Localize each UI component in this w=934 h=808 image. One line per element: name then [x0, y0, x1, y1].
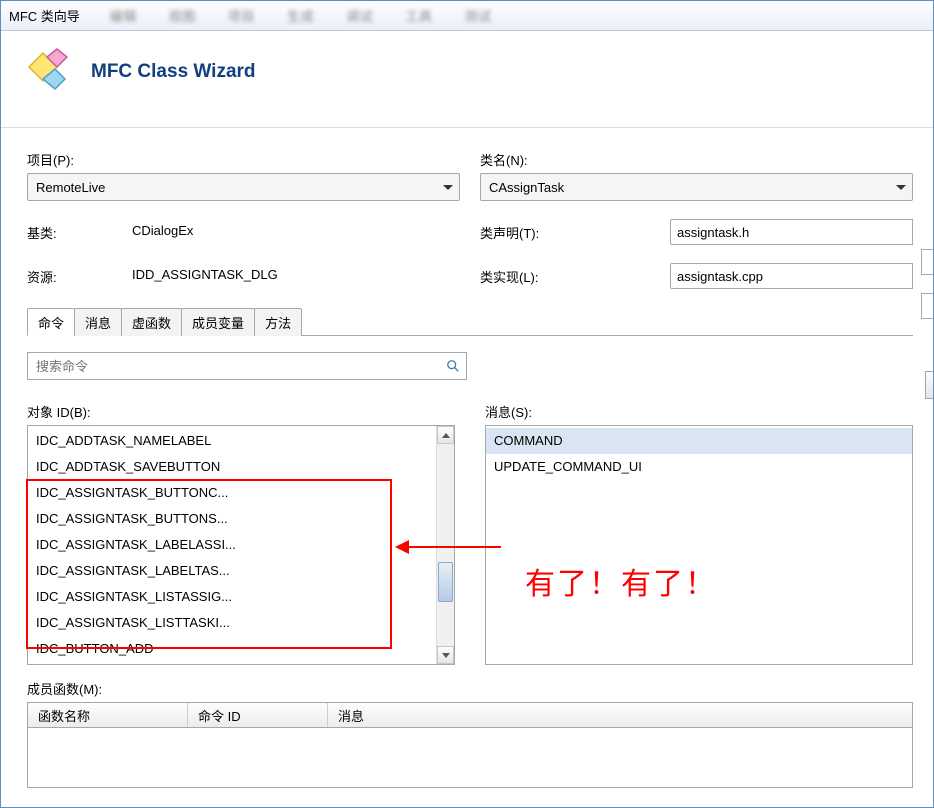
class-value: CAssignTask	[489, 180, 564, 195]
list-item[interactable]: IDC_ASSIGNTASK_LABELTAS...	[28, 558, 454, 584]
list-item[interactable]: IDC_ASSIGNTASK_BUTTONC...	[28, 480, 454, 506]
col-command-id[interactable]: 命令 ID	[188, 703, 328, 727]
wizard-icon	[21, 45, 75, 99]
wizard-title: MFC Class Wizard	[91, 61, 256, 83]
decl-dropdown-cutoff[interactable]	[921, 249, 933, 275]
search-commands[interactable]	[27, 352, 467, 380]
tab-commands[interactable]: 命令	[27, 308, 75, 336]
scroll-thumb[interactable]	[438, 562, 453, 602]
base-class-value: CDialogEx	[127, 219, 460, 245]
implementation-label: 类实现(L):	[480, 267, 670, 286]
window-title: MFC 类向导	[9, 6, 80, 25]
wizard-header: MFC Class Wizard	[1, 31, 933, 128]
project-label: 项目(P):	[27, 150, 460, 169]
tab-methods[interactable]: 方法	[254, 308, 302, 336]
list-item[interactable]: COMMAND	[486, 428, 912, 454]
impl-dropdown-cutoff[interactable]	[921, 293, 933, 319]
member-functions-label: 成员函数(M):	[27, 679, 913, 698]
class-combo[interactable]: CAssignTask	[480, 173, 913, 201]
project-value: RemoteLive	[36, 180, 105, 195]
side-button-cutoff[interactable]	[925, 371, 933, 399]
arrow-up-icon	[442, 433, 450, 438]
col-message[interactable]: 消息	[328, 703, 912, 727]
col-function-name[interactable]: 函数名称	[28, 703, 188, 727]
chevron-down-icon	[896, 185, 906, 190]
member-functions-list[interactable]	[27, 728, 913, 788]
wizard-window: MFC 类向导 编辑 视图 项目 生成 调试 工具 测试 MFC Class W…	[0, 0, 934, 808]
tab-strip: 命令 消息 虚函数 成员变量 方法	[27, 307, 913, 336]
class-label: 类名(N):	[480, 150, 913, 169]
implementation-value[interactable]: assigntask.cpp	[670, 263, 913, 289]
project-combo[interactable]: RemoteLive	[27, 173, 460, 201]
list-item[interactable]: IDC_ASSIGNTASK_BUTTONS...	[28, 506, 454, 532]
list-item[interactable]: IDC_ASSIGNTASK_LISTASSIG...	[28, 584, 454, 610]
resource-label: 资源:	[27, 267, 127, 286]
list-item[interactable]: UPDATE_COMMAND_UI	[486, 454, 912, 480]
search-input[interactable]	[36, 359, 446, 374]
declaration-label: 类声明(T):	[480, 223, 670, 242]
declaration-value[interactable]: assigntask.h	[670, 219, 913, 245]
chevron-down-icon	[443, 185, 453, 190]
list-item[interactable]: IDC_ADDTASK_NAMELABEL	[28, 428, 454, 454]
list-item[interactable]: IDC_ASSIGNTASK_LABELASSI...	[28, 532, 454, 558]
list-item[interactable]: IDC_BUTTON_ADD	[28, 636, 454, 662]
object-ids-listbox[interactable]: IDC_ADDTASK_NAMELABELIDC_ADDTASK_SAVEBUT…	[27, 425, 455, 665]
resource-value: IDD_ASSIGNTASK_DLG	[127, 263, 460, 289]
arrow-down-icon	[442, 653, 450, 658]
scrollbar[interactable]	[436, 426, 454, 664]
messages-listbox[interactable]: COMMANDUPDATE_COMMAND_UI	[485, 425, 913, 665]
tab-virtual[interactable]: 虚函数	[121, 308, 182, 336]
list-item[interactable]: IDC_ASSIGNTASK_LISTTASKI...	[28, 610, 454, 636]
titlebar[interactable]: MFC 类向导 编辑 视图 项目 生成 调试 工具 测试	[1, 1, 933, 31]
object-ids-label: 对象 ID(B):	[27, 402, 455, 421]
messages-label: 消息(S):	[485, 402, 913, 421]
tab-messages[interactable]: 消息	[74, 308, 122, 336]
titlebar-blurred-menu: 编辑 视图 项目 生成 调试 工具 测试	[110, 6, 492, 25]
search-icon	[446, 359, 460, 373]
base-class-label: 基类:	[27, 223, 127, 242]
member-functions-header: 函数名称 命令 ID 消息	[27, 702, 913, 728]
scroll-down-button[interactable]	[437, 646, 454, 664]
scroll-track[interactable]	[437, 444, 454, 646]
tab-members[interactable]: 成员变量	[181, 308, 255, 336]
scroll-up-button[interactable]	[437, 426, 454, 444]
list-item[interactable]: IDC_ADDTASK_SAVEBUTTON	[28, 454, 454, 480]
